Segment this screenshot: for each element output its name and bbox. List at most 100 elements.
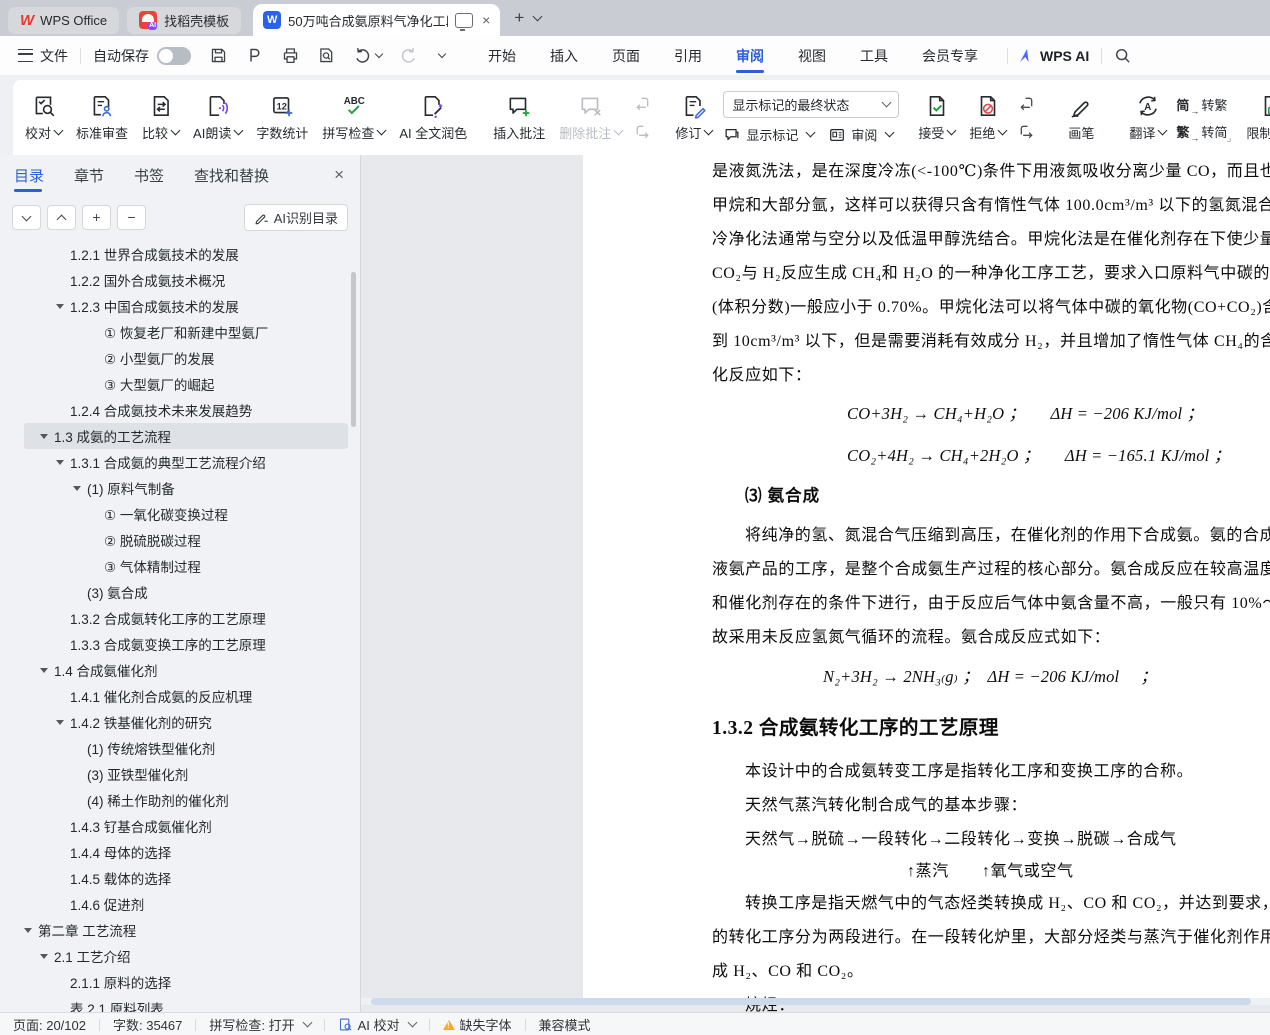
output-pdf-icon[interactable] [245,46,264,65]
toc-item[interactable]: (3) 亚铁型催化剂 [24,761,360,787]
print-icon[interactable] [281,46,300,65]
collapse-prev-button[interactable] [47,205,76,230]
document-page[interactable]: 是液氮洗法，是在深度冷冻(<-100℃)条件下用液氮吸收分离少量 CO，而且也能… [583,155,1270,998]
show-markup-button[interactable]: 显示标记 [723,125,814,144]
toc-item[interactable]: 1.2.4 合成氨技术未来发展趋势 [24,397,360,423]
toc-item[interactable]: 1.3.2 合成氨转化工序的工艺原理 [24,605,360,631]
menu-view[interactable]: 视图 [781,36,843,75]
expand-next-button[interactable] [12,205,41,230]
collapse-icon[interactable] [40,954,48,959]
wps-ai-button[interactable]: WPS AI [1020,48,1089,64]
compare-button[interactable]: 比较 [135,89,186,146]
toc-item[interactable]: ② 小型氨厂的发展 [24,345,360,371]
undo-chevron-icon[interactable] [375,49,383,57]
collapse-icon[interactable] [40,434,48,439]
tab-bookmarks[interactable]: 书签 [134,155,164,195]
spell-check-status[interactable]: 拼写检查: 打开 [196,1015,323,1034]
toc-item[interactable]: ③ 大型氨厂的崛起 [24,371,360,397]
collapse-all-button[interactable]: − [117,205,146,230]
menu-reference[interactable]: 引用 [657,36,719,75]
toc-item[interactable]: 第二章 工艺流程 [24,917,360,943]
search-icon[interactable] [1114,47,1132,65]
toc-item[interactable]: 1.4.1 催化剂合成氨的反应机理 [24,683,360,709]
track-changes-button[interactable]: 修订 [668,89,719,146]
tab-document-active[interactable]: W 50万吨合成氨原料气净化工段 × [253,4,500,36]
toc-item[interactable]: ① 一氧化碳变换过程 [24,501,360,527]
toc-item[interactable]: 1.4.5 载体的选择 [24,865,360,891]
next-comment-icon[interactable] [634,123,651,140]
screen-share-icon[interactable] [455,13,473,28]
menu-page[interactable]: 页面 [595,36,657,75]
spell-check-button[interactable]: ABC 拼写检查 [315,89,392,146]
collapse-icon[interactable] [40,668,48,673]
word-count-indicator[interactable]: 字数: 35467 [100,1015,195,1034]
menu-review-active[interactable]: 审阅 [719,36,781,75]
file-menu[interactable]: 文件 [40,46,68,66]
toc-item[interactable]: 2.1 工艺介绍 [24,943,360,969]
to-traditional-button[interactable]: 简→ 转繁 [1176,95,1227,114]
redo-icon[interactable] [399,46,418,65]
ai-polish-button[interactable]: AI 全文润色 [392,89,474,146]
toc-item[interactable]: 1.2.2 国外合成氨技术概况 [24,267,360,293]
menu-insert[interactable]: 插入 [533,36,595,75]
autosave-toggle[interactable] [157,47,191,65]
toc-item[interactable]: 1.4.3 钌基合成氨催化剂 [24,813,360,839]
sidebar-scrollbar[interactable] [351,272,356,427]
proofread-button[interactable]: 校对 [18,89,69,146]
menu-tools[interactable]: 工具 [843,36,905,75]
toc-item[interactable]: 1.4.6 促进剂 [24,891,360,917]
undo-icon[interactable] [353,46,372,65]
toc-item[interactable]: 表 2.1 原料列表 [24,995,360,1012]
toc-item[interactable]: (1) 传统熔铁型催化剂 [24,735,360,761]
collapse-icon[interactable] [56,720,64,725]
ai-recognize-toc-button[interactable]: AI识别目录 [244,204,348,231]
insert-comment-button[interactable]: 插入批注 [486,89,552,146]
reject-button[interactable]: 拒绝 [962,89,1013,146]
delete-comment-button[interactable]: 删除批注 [552,89,629,146]
toolbar-more-chevron-icon[interactable] [438,49,446,57]
menu-start[interactable]: 开始 [471,36,533,75]
save-icon[interactable] [209,46,228,65]
collapse-icon[interactable] [56,304,64,309]
tab-contents[interactable]: 目录 [14,155,44,195]
toc-item-selected[interactable]: 1.3 成氨的工艺流程 [24,423,348,449]
collapse-icon[interactable] [56,460,64,465]
collapse-icon[interactable] [73,486,81,491]
close-sidebar-icon[interactable]: × [334,165,344,185]
tab-chapters[interactable]: 章节 [74,155,104,195]
toc-item[interactable]: 1.4.4 母体的选择 [24,839,360,865]
restrict-edit-button[interactable]: 限制编辑 [1239,89,1270,146]
ai-proof-status[interactable]: AI 校对 [325,1015,429,1034]
group-expand-icon[interactable]: ⌟ [1226,131,1231,144]
toc-item[interactable]: 1.2.1 世界合成氨技术的发展 [24,241,360,267]
word-count-button[interactable]: 12 字数统计 [249,89,315,146]
hamburger-icon[interactable] [18,49,33,62]
toc-item[interactable]: 1.2.3 中国合成氨技术的发展 [24,293,360,319]
toc-item[interactable]: (3) 氨合成 [24,579,360,605]
toc-item[interactable]: ① 恢复老厂和新建中型氨厂 [24,319,360,345]
previous-comment-icon[interactable] [634,95,651,112]
to-simplified-button[interactable]: 繁→ 转简 [1176,122,1227,141]
new-tab-button[interactable]: + [514,8,524,28]
toc-item[interactable]: 1.3.3 合成氨变换工序的工艺原理 [24,631,360,657]
review-pane-button[interactable]: 审阅 [828,125,893,144]
toc-item[interactable]: 1.4 合成氨催化剂 [24,657,360,683]
toc-item[interactable]: (4) 稀土作助剂的催化剂 [24,787,360,813]
toc-item[interactable]: ③ 气体精制过程 [24,553,360,579]
next-change-icon[interactable] [1018,123,1035,140]
toc-item[interactable]: (1) 原料气制备 [24,475,360,501]
toc-item[interactable]: 1.3.1 合成氨的典型工艺流程介绍 [24,449,360,475]
brush-button[interactable]: 画笔 [1052,89,1110,146]
translate-button[interactable]: A 翻译 [1122,89,1173,146]
ai-read-button[interactable]: AI朗读 [186,89,249,146]
collapse-icon[interactable] [24,928,32,933]
tab-list-chevron-icon[interactable] [533,11,543,21]
expand-all-button[interactable]: + [82,205,111,230]
print-preview-icon[interactable] [317,46,336,65]
page-indicator[interactable]: 页面: 20/102 [0,1015,99,1034]
missing-font-warning[interactable]: 缺失字体 [430,1015,525,1034]
compat-mode-indicator[interactable]: 兼容模式 [526,1015,604,1034]
tab-find-replace[interactable]: 查找和替换 [194,155,269,195]
toc-item[interactable]: 2.1.1 原料的选择 [24,969,360,995]
toc-item[interactable]: 1.4.2 铁基催化剂的研究 [24,709,360,735]
